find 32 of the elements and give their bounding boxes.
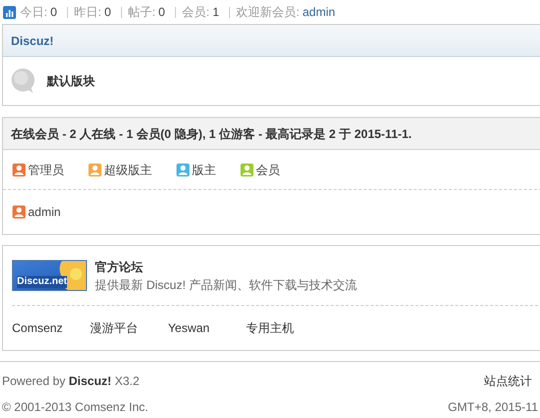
- stat-label: 昨日:: [74, 4, 102, 21]
- stat-label: 帖子:: [128, 4, 156, 21]
- user-link[interactable]: admin: [28, 203, 61, 221]
- forum-name[interactable]: 默认版块: [47, 72, 95, 90]
- stat-value: 0: [50, 4, 58, 21]
- link-title[interactable]: 官方论坛: [95, 258, 358, 276]
- stat-value: 1: [212, 4, 220, 21]
- speech-bubble-icon: [11, 68, 35, 94]
- online-summary: 在线会员 - 2 人在线 - 1 会员(0 隐身), 1 位游客 - 最高记录是 2 于 2015-11-1.: [11, 126, 412, 142]
- stats-link[interactable]: 站点统计: [484, 372, 532, 390]
- timezone-text: GMT+8, 2015-11: [448, 399, 538, 416]
- stat-label: 会员:: [182, 4, 210, 21]
- logo-text: Discuz.net: [17, 276, 68, 288]
- friend-link[interactable]: 漫游平台: [90, 319, 168, 337]
- stat-value: admin: [302, 4, 336, 21]
- chart-icon: [3, 6, 16, 18]
- legend-label: 管理员: [28, 162, 64, 178]
- logo[interactable]: Discuz.net: [12, 260, 87, 291]
- stat-value: 0: [104, 4, 112, 21]
- friend-link[interactable]: Comsenz: [12, 319, 90, 337]
- stat-label: 欢迎新会员:: [236, 4, 300, 21]
- copyright-text: © 2001-2013 Comsenz Inc.: [2, 399, 148, 416]
- friend-link[interactable]: 专用主机: [246, 319, 324, 337]
- stat-label: 今日:: [20, 4, 48, 21]
- category-title[interactable]: Discuz!: [11, 32, 54, 50]
- legend-label: 版主: [192, 162, 216, 178]
- link-description: 提供最新 Discuz! 产品新闻、软件下载与技术交流: [95, 276, 358, 294]
- legend-label: 会员: [256, 162, 280, 178]
- stat-value: 0: [158, 4, 166, 21]
- powered-by-text: Powered by Discuz! X3.2: [2, 373, 140, 390]
- friend-link[interactable]: Yeswan: [168, 319, 246, 337]
- legend-label: 超级版主: [104, 162, 152, 178]
